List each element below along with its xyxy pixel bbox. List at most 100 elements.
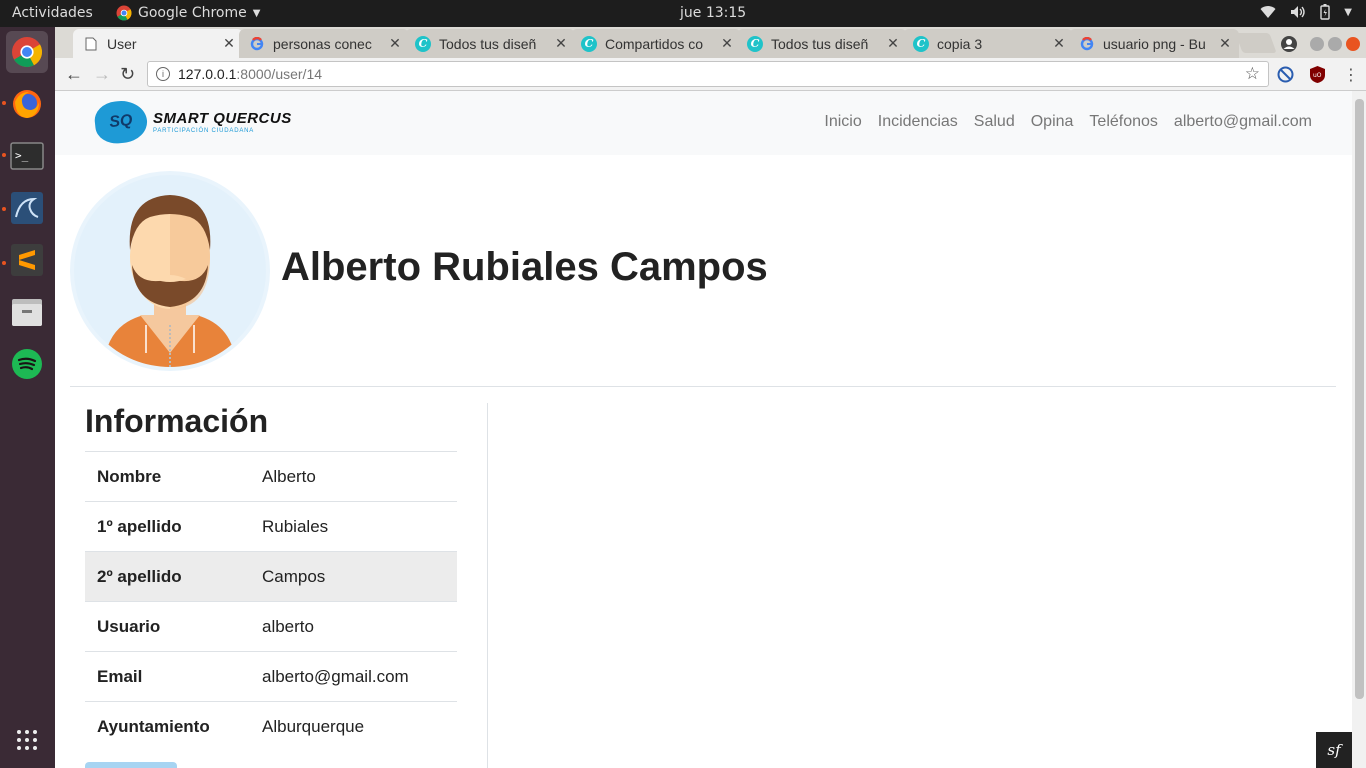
browser-window: User ✕ personas conec ✕ C Todos tus dise… bbox=[55, 27, 1366, 768]
tab-canva-2[interactable]: C Compartidos co ✕ bbox=[571, 29, 741, 58]
nav-link-telefonos[interactable]: Teléfonos bbox=[1089, 113, 1158, 131]
table-row: Ayuntamiento Alburquerque bbox=[85, 701, 457, 752]
symfony-debug-toolbar-toggle[interactable]: sf bbox=[1316, 732, 1352, 768]
forward-icon[interactable]: → bbox=[93, 64, 111, 85]
close-icon[interactable]: ✕ bbox=[219, 35, 239, 52]
site-navbar: SQ SMART QUERCUS PARTICIPACIÓN CIUDADANA… bbox=[55, 91, 1352, 155]
nav-link-user-account[interactable]: alberto@gmail.com bbox=[1174, 113, 1312, 131]
close-icon[interactable]: ✕ bbox=[1049, 35, 1069, 52]
field-value: Rubiales bbox=[250, 501, 457, 552]
chrome-icon bbox=[116, 5, 132, 21]
new-tab-button[interactable] bbox=[1235, 33, 1277, 53]
info-section-title: Información bbox=[85, 403, 269, 439]
address-bar[interactable]: i 127.0.0.1:8000/user/14 ☆ bbox=[147, 61, 1269, 87]
scrollbar-thumb[interactable] bbox=[1355, 99, 1364, 699]
table-row: 2º apellido Campos bbox=[85, 551, 457, 602]
field-value: Alburquerque bbox=[250, 701, 457, 752]
svg-text:>_: >_ bbox=[15, 149, 29, 162]
battery-icon bbox=[1320, 4, 1330, 20]
dock-terminal[interactable]: >_ bbox=[6, 135, 48, 177]
block-extension-icon[interactable] bbox=[1277, 66, 1294, 83]
sublime-text-icon bbox=[11, 244, 43, 276]
field-label: Ayuntamiento bbox=[85, 701, 250, 752]
tab-personas[interactable]: personas conec ✕ bbox=[239, 29, 409, 58]
nav-link-opina[interactable]: Opina bbox=[1031, 113, 1074, 131]
tab-strip: User ✕ personas conec ✕ C Todos tus dise… bbox=[55, 27, 1366, 58]
nav-link-incidencias[interactable]: Incidencias bbox=[878, 113, 958, 131]
google-icon bbox=[249, 36, 265, 52]
browser-toolbar: ← → ↻ i 127.0.0.1:8000/user/14 ☆ uO ⋮ bbox=[55, 58, 1366, 91]
tab-label: User bbox=[107, 35, 137, 52]
nav-links: Inicio Incidencias Salud Opina Teléfonos… bbox=[824, 113, 1312, 131]
user-info-table: Nombre Alberto 1º apellido Rubiales 2º a… bbox=[85, 451, 457, 752]
field-label: Email bbox=[85, 651, 250, 702]
tab-canva-4[interactable]: C copia 3 ✕ bbox=[903, 29, 1073, 58]
svg-text:uO: uO bbox=[1313, 72, 1322, 79]
table-row: Email alberto@gmail.com bbox=[85, 651, 457, 702]
close-window-icon[interactable] bbox=[1346, 37, 1360, 51]
tab-label: usuario png - Bu bbox=[1103, 35, 1206, 52]
profile-icon[interactable] bbox=[1280, 35, 1298, 53]
activities-button[interactable]: Actividades bbox=[12, 5, 93, 21]
close-icon[interactable]: ✕ bbox=[385, 35, 405, 52]
close-icon[interactable]: ✕ bbox=[883, 35, 903, 52]
dock-firefox[interactable] bbox=[6, 83, 48, 125]
close-icon[interactable]: ✕ bbox=[1215, 35, 1235, 52]
dock-spotify[interactable] bbox=[6, 343, 48, 385]
chevron-down-icon: ▼ bbox=[1344, 6, 1352, 18]
close-icon[interactable]: ✕ bbox=[551, 35, 571, 52]
app-menu[interactable]: Google Chrome ▼ bbox=[116, 5, 260, 21]
tab-label: copia 3 bbox=[937, 35, 983, 52]
page-scrollbar[interactable] bbox=[1352, 91, 1366, 768]
dock: >_ bbox=[0, 27, 55, 768]
back-icon[interactable]: ← bbox=[65, 64, 83, 85]
tab-label: personas conec bbox=[273, 35, 372, 52]
user-avatar-icon bbox=[104, 195, 236, 367]
action-button[interactable] bbox=[85, 762, 177, 768]
tab-label: Todos tus diseñ bbox=[771, 35, 869, 52]
close-icon[interactable]: ✕ bbox=[717, 35, 737, 52]
menu-kebab-icon[interactable]: ⋮ bbox=[1343, 65, 1359, 85]
window-controls bbox=[1280, 35, 1360, 53]
info-icon[interactable]: i bbox=[156, 67, 170, 81]
wifi-icon bbox=[1260, 6, 1276, 19]
canva-icon: C bbox=[747, 35, 763, 52]
clock[interactable]: jue 13:15 bbox=[680, 5, 746, 21]
field-label: Usuario bbox=[85, 601, 250, 652]
ublock-origin-icon[interactable]: uO bbox=[1309, 65, 1326, 84]
reload-icon[interactable]: ↻ bbox=[120, 64, 135, 85]
profile-avatar bbox=[70, 171, 270, 371]
dock-files[interactable] bbox=[6, 291, 48, 333]
bookmark-star-icon[interactable]: ☆ bbox=[1245, 64, 1260, 84]
terminal-icon: >_ bbox=[10, 142, 44, 170]
grid-icon bbox=[17, 730, 37, 750]
show-applications-button[interactable] bbox=[6, 719, 48, 761]
dock-chrome[interactable] bbox=[6, 31, 48, 73]
logo-title: SMART QUERCUS bbox=[153, 110, 292, 127]
google-icon bbox=[1079, 36, 1095, 52]
tab-usuario-png[interactable]: usuario png - Bu ✕ bbox=[1069, 29, 1239, 58]
tab-canva-3[interactable]: C Todos tus diseñ ✕ bbox=[737, 29, 907, 58]
field-label: 1º apellido bbox=[85, 501, 250, 552]
tab-user[interactable]: User ✕ bbox=[73, 29, 243, 58]
canva-icon: C bbox=[581, 35, 597, 52]
logo-text: SMART QUERCUS PARTICIPACIÓN CIUDADANA bbox=[153, 110, 292, 134]
field-value: Alberto bbox=[250, 451, 457, 502]
maximize-icon[interactable] bbox=[1328, 37, 1342, 51]
nav-link-salud[interactable]: Salud bbox=[974, 113, 1015, 131]
dock-sublime-text[interactable] bbox=[6, 239, 48, 281]
field-label: 2º apellido bbox=[85, 551, 250, 602]
volume-icon bbox=[1291, 6, 1305, 18]
site-logo[interactable]: SQ SMART QUERCUS PARTICIPACIÓN CIUDADANA bbox=[92, 98, 292, 146]
section-divider bbox=[70, 386, 1336, 387]
dock-mysql-workbench[interactable] bbox=[6, 187, 48, 229]
user-full-name: Alberto Rubiales Campos bbox=[281, 245, 768, 289]
logo-subtitle: PARTICIPACIÓN CIUDADANA bbox=[153, 128, 255, 134]
app-name: Google Chrome bbox=[138, 5, 247, 21]
nav-link-inicio[interactable]: Inicio bbox=[824, 113, 861, 131]
table-row: 1º apellido Rubiales bbox=[85, 501, 457, 552]
system-tray[interactable]: ▼ bbox=[1260, 4, 1352, 20]
minimize-icon[interactable] bbox=[1310, 37, 1324, 51]
system-top-bar: Actividades Google Chrome ▼ jue 13:15 ▼ bbox=[0, 0, 1366, 27]
tab-canva-1[interactable]: C Todos tus diseñ ✕ bbox=[405, 29, 575, 58]
